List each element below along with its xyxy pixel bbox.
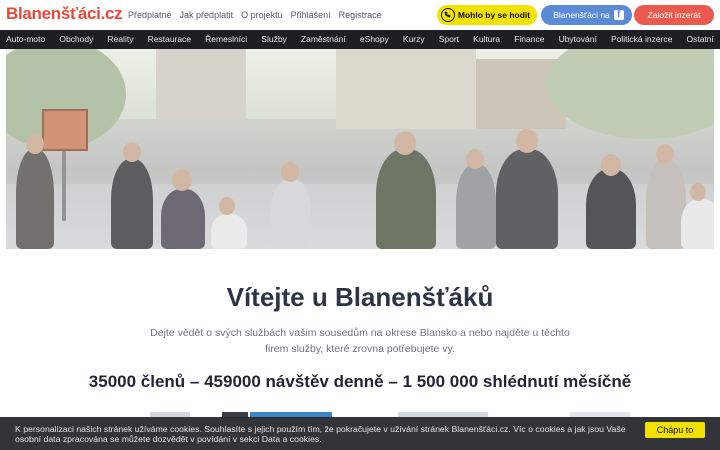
cookie-accept-button[interactable]: Chápu to xyxy=(645,422,705,438)
nav-item-sport[interactable]: Sport xyxy=(439,30,459,49)
site-logo[interactable]: Blanenšťáci.cz xyxy=(6,4,123,24)
hero-crowd-photo xyxy=(6,49,714,249)
nav-item-politicka-inzerce[interactable]: Politická inzerce xyxy=(611,30,672,49)
nav-item-finance[interactable]: Finance xyxy=(514,30,544,49)
site-stats: 35000 členů – 459000 návštěv denně – 1 5… xyxy=(88,372,632,391)
cookie-text: K personalizaci našich stránek užíváme c… xyxy=(15,424,626,444)
nav-item-reality[interactable]: Reality xyxy=(107,30,133,49)
nav-item-remeslnici[interactable]: Řemeslníci xyxy=(205,30,247,49)
nav-item-zamestnani[interactable]: Zaměstnání xyxy=(301,30,346,49)
category-nav: Auto-moto Obchody Reality Restaurace Řem… xyxy=(0,30,720,49)
nav-item-ostatni[interactable]: Ostatní xyxy=(686,30,713,49)
link-prihlaseni[interactable]: Přihlášení xyxy=(291,9,331,21)
top-bar: Blanenšťáci.cz Předplatné Jak předplatit… xyxy=(0,0,720,30)
nav-item-eshopy[interactable]: eShopy xyxy=(360,30,389,49)
top-links: Předplatné Jak předplatit O projektu Při… xyxy=(128,9,382,21)
hero-overlay xyxy=(6,49,714,249)
nav-item-sluzby[interactable]: Služby xyxy=(261,30,287,49)
nav-item-kurzy[interactable]: Kurzy xyxy=(403,30,425,49)
nav-item-ubytovani[interactable]: Ubytování xyxy=(559,30,597,49)
link-registrace[interactable]: Registrace xyxy=(339,9,382,21)
facebook-icon: f xyxy=(614,9,624,20)
useful-contacts-button[interactable]: Mohlo by se hodit xyxy=(437,5,537,25)
page-subtitle: Dejte vědět o svých službách vašim souse… xyxy=(150,327,570,355)
facebook-label: Blanenšťáci na xyxy=(553,10,610,20)
link-predplatne[interactable]: Předplatné xyxy=(128,9,172,21)
nav-item-kultura[interactable]: Kultura xyxy=(473,30,500,49)
nav-item-auto-moto[interactable]: Auto-moto xyxy=(6,30,45,49)
facebook-button[interactable]: Blanenšťáci na f xyxy=(541,5,632,25)
cookie-banner: K personalizaci našich stránek užíváme c… xyxy=(0,417,720,450)
link-jak-predplatit[interactable]: Jak předplatit xyxy=(180,9,234,21)
phone-icon xyxy=(441,8,455,22)
useful-contacts-label: Mohlo by se hodit xyxy=(457,10,531,20)
nav-item-obchody[interactable]: Obchody xyxy=(59,30,93,49)
add-listing-button[interactable]: Založit inzerát xyxy=(634,5,714,25)
link-o-projektu[interactable]: O projektu xyxy=(241,9,283,21)
nav-item-restaurace[interactable]: Restaurace xyxy=(148,30,191,49)
page-title: Vítejte u Blanenšťáků xyxy=(226,282,494,312)
